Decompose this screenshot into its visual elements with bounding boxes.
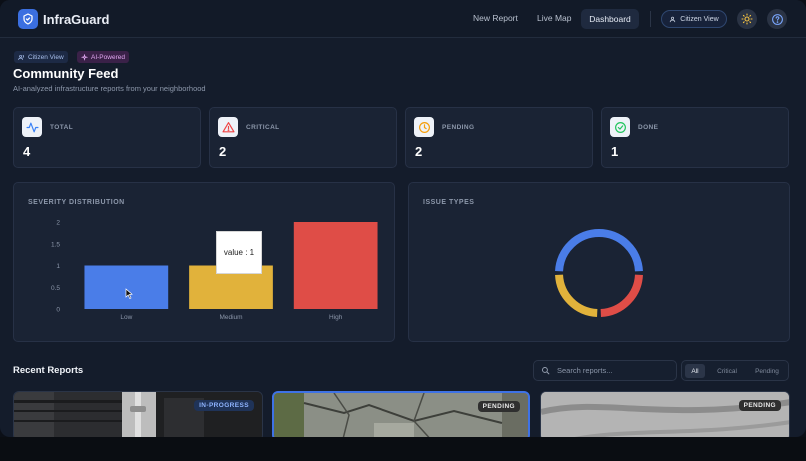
filter-all[interactable]: All (685, 364, 705, 378)
page-title: Community Feed (13, 66, 119, 81)
page-subtitle: AI-analyzed infrastructure reports from … (13, 84, 206, 93)
y-tick-label: 0.5 (51, 285, 60, 292)
report-card[interactable]: PENDING (540, 391, 790, 437)
y-tick-label: 1.5 (51, 241, 60, 248)
stat-label: DONE (638, 124, 659, 131)
stat-label: PENDING (442, 124, 475, 131)
bar-low[interactable] (84, 265, 169, 310)
brand-name[interactable]: InfraGuard (43, 12, 109, 27)
nav-dashboard[interactable]: Dashboard (581, 9, 639, 29)
stat-card-done[interactable]: DONE 1 (601, 107, 789, 168)
x-tick-label: High (329, 314, 343, 321)
bar-high[interactable] (293, 222, 378, 309)
nav-live-map[interactable]: Live Map (537, 13, 572, 23)
alert-triangle-icon (218, 117, 238, 137)
issue-types-donut-chart (555, 228, 643, 317)
report-card-selected[interactable]: PENDING (272, 391, 530, 437)
y-tick-label: 1 (56, 263, 60, 270)
stat-value: 4 (23, 144, 31, 159)
citizen-view-badge: Citizen View (14, 51, 68, 63)
ai-powered-badge: AI-Powered (77, 51, 129, 63)
clock-icon (414, 117, 434, 137)
stat-value: 1 (611, 144, 619, 159)
activity-icon (22, 117, 42, 137)
chart-tooltip: value : 1 (216, 231, 262, 274)
x-tick-label: Medium (219, 314, 242, 321)
stat-value: 2 (219, 144, 227, 159)
check-circle-icon (610, 117, 630, 137)
top-nav: InfraGuard New Report Live Map Dashboard… (0, 0, 806, 38)
ai-powered-badge-label: AI-Powered (91, 53, 125, 61)
recent-reports-title: Recent Reports (13, 365, 84, 376)
app-window: InfraGuard New Report Live Map Dashboard… (0, 0, 806, 437)
status-badge: IN-PROGRESS (194, 400, 254, 411)
stat-label: CRITICAL (246, 124, 280, 131)
sun-icon (741, 13, 753, 25)
severity-distribution-panel: SEVERITY DISTRIBUTION 0 0.5 1 1.5 2 Low Medium… (13, 182, 395, 342)
x-tick-label: Low (120, 314, 132, 321)
stat-card-total[interactable]: TOTAL 4 (13, 107, 201, 168)
severity-bar-chart: 0 0.5 1 1.5 2 Low Medium High (51, 220, 378, 321)
help-button[interactable] (767, 9, 787, 29)
status-filter-group: All Critical Pending (681, 360, 789, 381)
issue-types-panel: ISSUE TYPES (408, 182, 790, 342)
citizen-view-badge-label: Citizen View (28, 53, 64, 61)
search-icon (542, 367, 550, 375)
report-photo (541, 392, 789, 437)
status-badge: PENDING (477, 401, 520, 412)
donut-slice[interactable] (555, 228, 643, 272)
y-tick-label: 0 (56, 307, 60, 314)
status-badge: PENDING (738, 400, 781, 411)
filter-critical[interactable]: Critical (711, 364, 743, 378)
y-tick-label: 2 (56, 220, 60, 227)
stat-value: 2 (415, 144, 423, 159)
citizen-view-button[interactable]: Citizen View (661, 10, 727, 28)
theme-toggle-button[interactable] (737, 9, 757, 29)
report-card[interactable]: IN-PROGRESS (13, 391, 263, 437)
stat-card-pending[interactable]: PENDING 2 (405, 107, 593, 168)
shield-logo-icon[interactable] (18, 9, 38, 29)
donut-slice[interactable] (600, 274, 643, 317)
search-input[interactable] (557, 366, 667, 375)
users-icon (18, 54, 25, 60)
nav-new-report[interactable]: New Report (473, 13, 518, 23)
sparkles-icon (81, 53, 88, 61)
search-box[interactable] (533, 360, 677, 381)
nav-divider (650, 11, 651, 27)
help-icon (771, 13, 783, 25)
desktop-background (0, 437, 806, 461)
report-photo (274, 393, 528, 437)
stat-card-critical[interactable]: CRITICAL 2 (209, 107, 397, 168)
user-icon (670, 16, 676, 22)
report-photo (14, 392, 262, 437)
donut-slice[interactable] (555, 274, 598, 317)
stat-label: TOTAL (50, 124, 74, 131)
filter-pending[interactable]: Pending (749, 364, 785, 378)
citizen-view-label: Citizen View (680, 15, 719, 23)
